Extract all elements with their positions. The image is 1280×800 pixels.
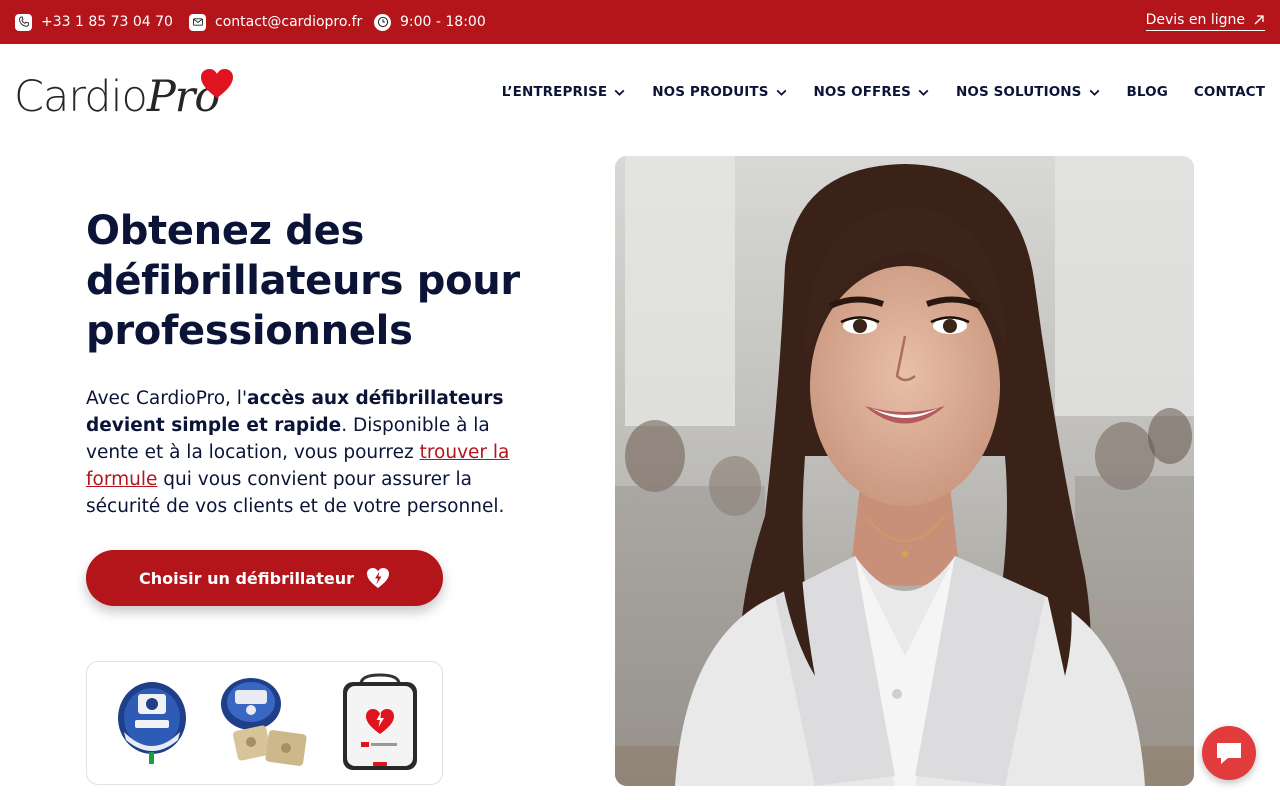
- chat-bubble-icon: [1217, 743, 1241, 764]
- nav-label: NOS SOLUTIONS: [956, 84, 1082, 100]
- clock-icon: [374, 13, 391, 31]
- nav-item-offres[interactable]: NOS OFFRES: [814, 84, 930, 100]
- hero-photo-professional-woman: [615, 156, 1194, 786]
- chevron-down-icon: [614, 89, 625, 96]
- topbar-email[interactable]: contact@cardiopro.fr: [189, 0, 362, 44]
- top-bar: +33 1 85 73 04 70 contact@cardiopro.fr 9…: [0, 0, 1280, 44]
- defibrillator-case-image[interactable]: [339, 672, 421, 774]
- nav-label: NOS PRODUITS: [652, 84, 769, 100]
- cta-label: Choisir un défibrillateur: [139, 568, 354, 588]
- nav-item-blog[interactable]: BLOG: [1127, 84, 1168, 100]
- arrow-up-right-icon: [1254, 15, 1264, 25]
- nav-label: NOS OFFRES: [813, 84, 911, 100]
- logo-text: CardioPro: [14, 72, 220, 122]
- chevron-down-icon: [776, 89, 786, 96]
- devis-label: Devis en ligne: [1145, 12, 1245, 28]
- nav-item-entreprise[interactable]: L’ENTREPRISE: [502, 84, 626, 100]
- chevron-down-icon: [1089, 89, 1099, 96]
- defibrillator-round-blue-image[interactable]: [115, 680, 189, 768]
- heart-bolt-icon: [366, 568, 389, 588]
- nav-item-solutions[interactable]: NOS SOLUTIONS: [956, 84, 1101, 100]
- nav-label: BLOG: [1126, 84, 1168, 100]
- nav-item-produits[interactable]: NOS PRODUITS: [652, 84, 787, 100]
- hero-title: Obtenez des défibrillateurs pour profess…: [86, 208, 520, 354]
- nav-label: L’ENTREPRISE: [501, 84, 608, 100]
- nav-label: CONTACT: [1193, 84, 1265, 100]
- topbar-email-text: contact@cardiopro.fr: [215, 14, 363, 30]
- defibrillator-with-pads-image[interactable]: [217, 676, 313, 772]
- main-nav: L’ENTREPRISE NOS PRODUITS NOS OFFRES NOS…: [502, 84, 1265, 100]
- heart-icon: [201, 69, 233, 98]
- topbar-phone[interactable]: +33 1 85 73 04 70: [15, 0, 173, 44]
- mail-icon: [189, 13, 206, 31]
- cardiopro-logo[interactable]: CardioPro: [14, 68, 240, 122]
- devis-en-ligne-link[interactable]: Devis en ligne: [1145, 12, 1265, 31]
- products-card: [86, 661, 443, 785]
- chevron-down-icon: [918, 89, 929, 96]
- chat-widget-button[interactable]: [1202, 726, 1256, 780]
- choisir-defibrillateur-button[interactable]: Choisir un défibrillateur: [86, 550, 443, 606]
- nav-item-contact[interactable]: CONTACT: [1194, 84, 1265, 100]
- phone-icon: [15, 13, 32, 31]
- topbar-hours: 9:00 - 18:00: [374, 0, 486, 44]
- topbar-hours-text: 9:00 - 18:00: [400, 14, 486, 30]
- topbar-phone-text: +33 1 85 73 04 70: [41, 14, 173, 30]
- hero-description: Avec CardioPro, l'accès aux défibrillate…: [86, 388, 510, 517]
